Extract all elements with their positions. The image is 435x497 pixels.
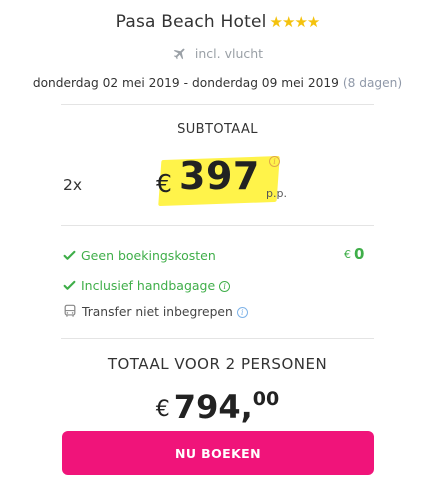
feature-label: Geen boekingskosten [81, 248, 216, 263]
plane-icon [172, 46, 188, 64]
info-icon[interactable]: i [219, 281, 231, 292]
check-icon [63, 250, 76, 260]
price-amount: 397 [179, 154, 260, 198]
total-integer: 794, [173, 388, 253, 426]
booking-cost-currency: € [344, 248, 351, 261]
total-currency: € [155, 397, 170, 422]
divider [61, 104, 374, 105]
travel-dates: donderdag 02 mei 2019- donderdag 09 mei 2… [0, 76, 435, 90]
total-label: TOTAAL VOOR 2 PERSONEN [107, 355, 328, 373]
date-separator: - [183, 76, 189, 90]
price-per-person: € 397 i [154, 150, 284, 210]
star-rating-icon: ★★★★ [269, 13, 321, 31]
hotel-header: Pasa Beach Hotel ★★★★ [0, 12, 435, 32]
feature-label: Inclusief handbagage [81, 278, 216, 293]
check-icon [63, 280, 76, 290]
feature-transfer: Transfer niet inbegrepen i [63, 304, 248, 319]
total-price: €794,00 [0, 388, 435, 426]
book-now-button[interactable]: NU BOEKEN [62, 431, 374, 475]
traveler-quantity: 2x [63, 176, 83, 194]
flight-info: incl. vlucht [0, 46, 435, 64]
total-decimals: 00 [252, 388, 280, 410]
date-from: donderdag 02 mei 2019 [32, 76, 180, 90]
feature-hand-luggage: Inclusief handbagage i [63, 278, 231, 293]
hotel-name: Pasa Beach Hotel [115, 12, 267, 32]
date-to: donderdag 09 mei 2019 [192, 76, 339, 90]
price-currency: € [156, 169, 172, 198]
booking-cost: €0 [344, 244, 364, 263]
info-icon[interactable]: i [236, 307, 248, 318]
divider [61, 338, 374, 339]
feature-label: Transfer niet inbegrepen [82, 305, 233, 319]
feature-no-booking-fee: Geen boekingskosten [63, 248, 216, 263]
booking-cost-value: 0 [354, 245, 365, 263]
divider [61, 225, 374, 226]
price-unit: p.p. [266, 187, 287, 200]
info-icon[interactable]: i [269, 156, 280, 167]
flight-label: incl. vlucht [194, 46, 264, 61]
trip-duration: (8 dagen) [342, 76, 403, 90]
bus-icon [64, 304, 76, 317]
subtotal-label: SUBTOTAAL [177, 122, 258, 137]
